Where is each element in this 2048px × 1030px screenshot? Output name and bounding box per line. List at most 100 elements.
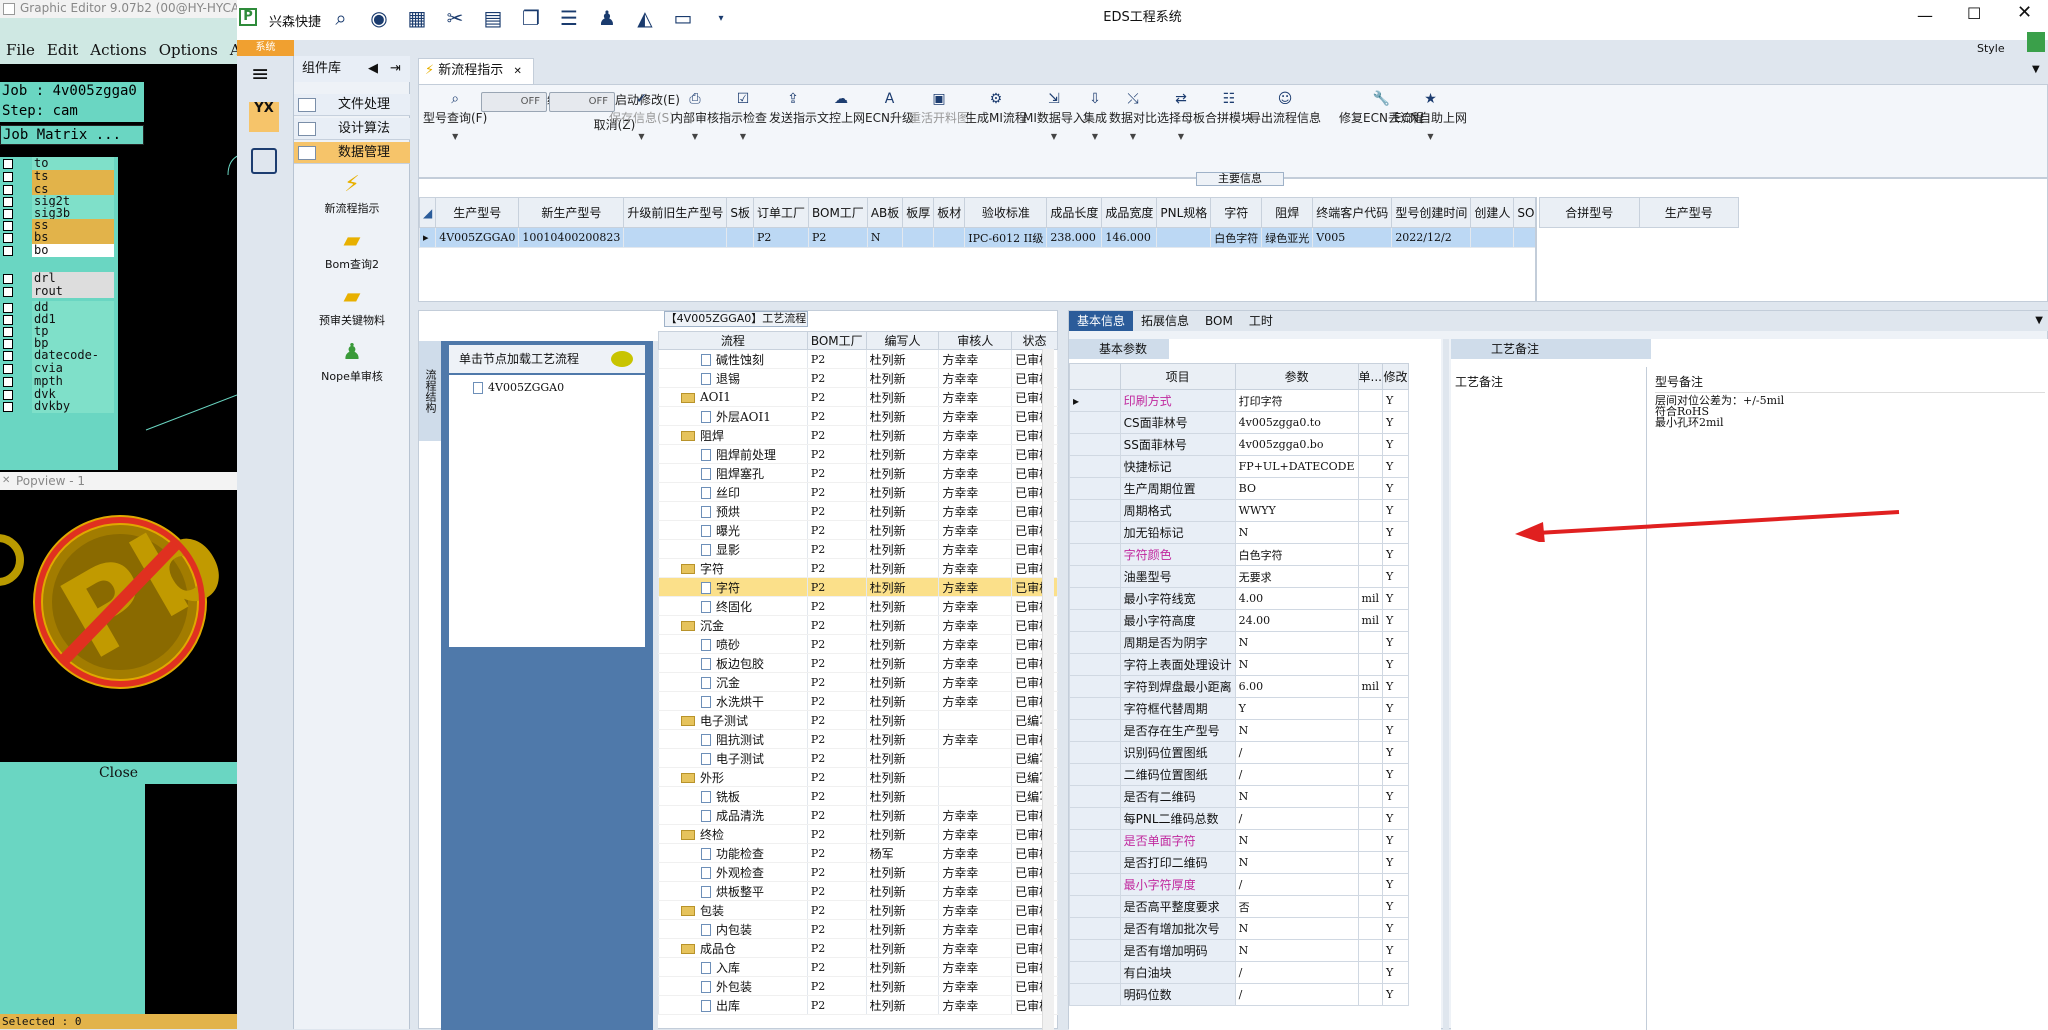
flow-row[interactable]: 出库 P2 杜列新 方幸幸 已审核 [658, 995, 1058, 1015]
dropdown-arrow-icon[interactable]: ▼ [1157, 132, 1205, 141]
job-matrix-button[interactable]: Job Matrix ... [0, 125, 144, 145]
more-icon[interactable]: ▾ [707, 4, 735, 32]
param-value[interactable]: N [1234, 631, 1359, 654]
param-col-header[interactable]: 参数 [1234, 363, 1359, 390]
flow-col-header[interactable]: 流程 [658, 331, 808, 350]
module-design-algorithm[interactable]: 设计算法 [294, 118, 410, 140]
param-value[interactable]: N [1234, 719, 1359, 742]
copy-icon[interactable]: ❐ [517, 4, 545, 32]
ribbon-button-0[interactable]: ⌕ 型号查询(F) ▼ [423, 91, 487, 141]
layer-checkbox[interactable] [3, 274, 13, 284]
param-value[interactable]: / [1234, 807, 1359, 830]
grid-icon[interactable]: ▦ [403, 4, 431, 32]
param-row[interactable]: ▸ 印刷方式 打印字符 Y [1069, 389, 1409, 412]
ribbon-button-15[interactable]: ☷ 合拼模块 [1205, 91, 1253, 126]
flow-row[interactable]: 烘板整平 P2 杜列新 方幸幸 已审核 [658, 881, 1058, 901]
ribbon-button-6[interactable]: ⇪ 发送指示 [769, 91, 817, 126]
param-row[interactable]: 字符到焊盘最小距离 6.00 mil Y [1069, 675, 1409, 698]
menu-options[interactable]: Options [159, 41, 218, 59]
param-value[interactable]: / [1234, 873, 1359, 896]
param-row[interactable]: 每PNL二维码总数 / Y [1069, 807, 1409, 830]
param-row[interactable]: 快捷标记 FP+UL+DATECODE Y [1069, 455, 1409, 478]
param-value[interactable]: / [1234, 763, 1359, 786]
flow-row[interactable]: 曝光 P2 杜列新 方幸幸 已审核 [658, 520, 1058, 540]
close-window-button[interactable]: ✕ [2017, 2, 2032, 23]
tree-root-node[interactable]: 4V005ZGGA0 [449, 375, 645, 394]
pin-icon[interactable]: ⇥ [390, 56, 401, 82]
tab-bom[interactable]: BOM [1197, 311, 1241, 331]
launcher-bom-query[interactable]: ▰ Bom查询2 [294, 228, 410, 272]
param-row[interactable]: 二维码位置图纸 / Y [1069, 763, 1409, 786]
main-col-header[interactable]: 字符 [1210, 197, 1263, 228]
param-row[interactable]: 最小字符线宽 4.00 mil Y [1069, 587, 1409, 610]
flow-row[interactable]: 阻抗测试 P2 杜列新 方幸幸 已审核 [658, 729, 1058, 749]
param-row[interactable]: 是否打印二维码 N Y [1069, 851, 1409, 874]
param-col-header[interactable]: 项目 [1119, 363, 1236, 390]
param-row[interactable]: 是否存在生产型号 N Y [1069, 719, 1409, 742]
ge-canvas[interactable] [118, 145, 237, 470]
flow-row[interactable]: 水洗烘干 P2 杜列新 方幸幸 已审核 [658, 691, 1058, 711]
param-value[interactable]: N [1234, 785, 1359, 808]
main-col-header[interactable]: 板材 [933, 197, 966, 228]
param-row[interactable]: 加无铅标记 N Y [1069, 521, 1409, 544]
param-row[interactable]: 生产周期位置 BO Y [1069, 477, 1409, 500]
param-col-header[interactable]: 修改 [1382, 363, 1409, 390]
param-value[interactable]: 无要求 [1234, 565, 1359, 588]
menu-file[interactable]: File [6, 41, 35, 59]
param-row[interactable]: 是否有增加明码 N Y [1069, 939, 1409, 962]
ribbon-button-14[interactable]: ⇄ 选择母板 ▼ [1157, 91, 1205, 141]
flow-row[interactable]: 显影 P2 杜列新 方幸幸 已审核 [658, 539, 1058, 559]
param-value[interactable]: N [1234, 829, 1359, 852]
param-row[interactable]: 明码位数 / Y [1069, 983, 1409, 1006]
flow-col-header[interactable]: 编写人 [865, 331, 940, 350]
module-data-management[interactable]: 数据管理 [294, 142, 410, 164]
param-row[interactable]: 识别码位置图纸 / Y [1069, 741, 1409, 764]
param-row[interactable]: 有白油块 / Y [1069, 961, 1409, 984]
ribbon-button-16[interactable]: ☺ 导出流程信息 [1249, 91, 1321, 126]
layer-checkbox[interactable] [3, 303, 13, 313]
flow-row[interactable]: 退锡 P2 杜列新 方幸幸 已审核 [658, 368, 1058, 388]
launcher-nope-audit[interactable]: ♟ Nope单审核 [294, 340, 410, 384]
param-value[interactable]: 打印字符 [1234, 389, 1359, 412]
param-value[interactable]: N [1234, 917, 1359, 940]
param-row[interactable]: 是否高平整度要求否 Y [1069, 895, 1409, 918]
param-row[interactable]: 是否单面字符 N Y [1069, 829, 1409, 852]
flow-row[interactable]: 沉金 P2 杜列新 方幸幸 已审核 [658, 672, 1058, 692]
param-value[interactable]: / [1234, 741, 1359, 764]
param-row[interactable]: SS面菲林号 4v005zgga0.bo Y [1069, 433, 1409, 456]
splitter[interactable] [1443, 339, 1449, 1030]
main-col-header[interactable]: 终端客户代码 [1312, 197, 1393, 228]
param-row[interactable]: 周期是否为阴字 N Y [1069, 631, 1409, 654]
ribbon-button-11[interactable]: ⇲ MI数据导入 ▼ [1023, 91, 1085, 141]
param-row[interactable]: 字符颜色 白色字符 Y [1069, 543, 1409, 566]
main-col-header[interactable]: 升级前旧生产型号 [623, 197, 728, 228]
param-row[interactable]: 最小字符厚度 / Y [1069, 873, 1409, 896]
layer-checkbox[interactable] [3, 390, 13, 400]
flow-row[interactable]: 阻焊塞孔 P2 杜列新 方幸幸 已审核 [658, 463, 1058, 483]
globe-icon[interactable]: ◉ [365, 4, 393, 32]
flow-row[interactable]: 外层AOI1 P2 杜列新 方幸幸 已审核 [658, 406, 1058, 426]
flow-row[interactable]: 终检 P2 杜列新 方幸幸 已审核 [658, 824, 1058, 844]
flow-scrollbar[interactable] [1042, 349, 1054, 1030]
flow-row[interactable]: 板边包胶 P2 杜列新 方幸幸 已审核 [658, 653, 1058, 673]
flow-row[interactable]: 功能检查 P2 杨军 方幸幸 已审核 [658, 843, 1058, 863]
param-col-header[interactable]: 单... [1357, 363, 1384, 390]
module-file-processing[interactable]: 文件处理 [294, 94, 410, 116]
flow-col-header[interactable]: 状态 [1011, 331, 1058, 350]
param-row[interactable]: 油墨型号 无要求 Y [1069, 565, 1409, 588]
menu-actions[interactable]: Actions [90, 41, 146, 59]
main-col-header[interactable]: 创建人 [1470, 197, 1515, 228]
layer-checkbox[interactable] [3, 197, 13, 207]
main-col-header[interactable]: 阻焊 [1261, 197, 1314, 228]
ribbon-button-18[interactable]: ★ ECN自助上网 ▼ [1394, 91, 1467, 141]
layer-row[interactable]: ✎bs [0, 231, 118, 245]
param-row[interactable]: 是否有增加批次号 N Y [1069, 917, 1409, 940]
flow-row[interactable]: 阻焊 P2 杜列新 方幸幸 已审核 [658, 425, 1058, 445]
close-button[interactable]: Close [0, 762, 237, 784]
param-value[interactable]: Y [1234, 697, 1359, 720]
flow-row[interactable]: 字符 P2 杜列新 方幸幸 已审核 [658, 577, 1058, 597]
ribbon-button-13[interactable]: ⤯ 数据对比 ▼ [1109, 91, 1157, 141]
layer-row[interactable]: mpth [0, 375, 118, 389]
dropdown-arrow-icon[interactable]: ▼ [719, 132, 767, 141]
toggle-switch[interactable]: OFF [481, 92, 547, 112]
